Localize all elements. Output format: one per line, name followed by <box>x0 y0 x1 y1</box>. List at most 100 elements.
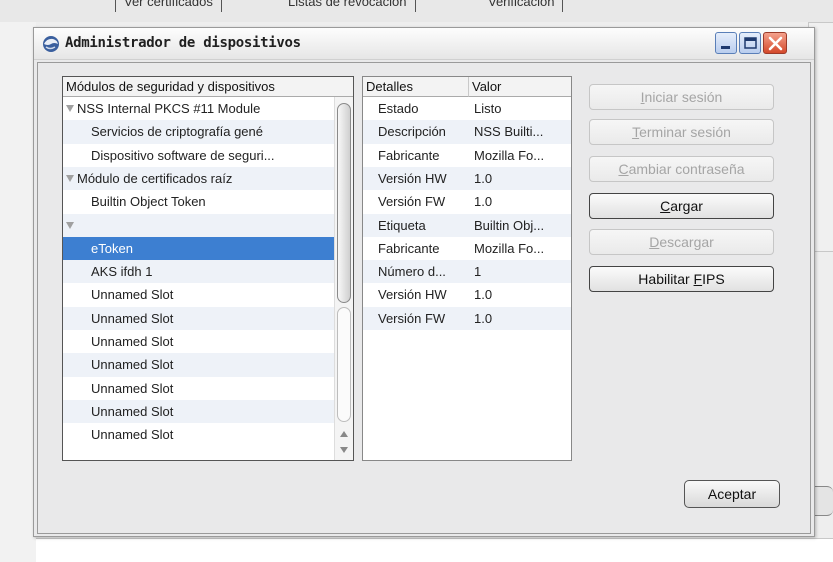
close-icon <box>768 36 783 51</box>
detail-value: Listo <box>474 101 502 116</box>
title-bar[interactable]: Administrador de dispositivos <box>34 28 814 60</box>
row-label: Unnamed Slot <box>91 357 174 373</box>
detail-row[interactable]: Versión HW 1.0 <box>363 166 571 191</box>
enable-fips-button[interactable]: Habilitar FIPS <box>589 266 774 292</box>
row-label: Unnamed Slot <box>91 380 174 396</box>
row-label: eToken <box>91 240 133 256</box>
slot-row[interactable]: Unnamed Slot <box>63 423 334 446</box>
detail-key: Descripción <box>378 124 446 140</box>
slot-row[interactable]: Unnamed Slot <box>63 330 334 353</box>
row-label: Unnamed Slot <box>91 403 174 419</box>
scrollbar-thumb[interactable] <box>337 103 351 303</box>
detail-value: 1 <box>474 264 482 280</box>
minimize-icon <box>721 46 730 49</box>
slot-row[interactable]: Builtin Object Token <box>63 190 334 213</box>
detail-row[interactable]: Estado Listo <box>363 97 571 120</box>
minimize-button[interactable] <box>715 32 737 54</box>
detail-value: NSS Builti... <box>474 124 544 140</box>
modules-scrollbar[interactable] <box>334 97 353 460</box>
module-row[interactable]: Módulo de certificados raíz <box>63 166 334 191</box>
slot-row[interactable]: Unnamed Slot <box>63 283 334 306</box>
detail-value: 1.0 <box>474 170 493 186</box>
modules-tree[interactable]: Módulos de seguridad y dispositivos NSS … <box>62 76 354 461</box>
detail-key: Versión HW <box>378 170 447 186</box>
detail-key: Versión FW <box>378 194 446 210</box>
mnemonic-letter: C <box>660 198 671 214</box>
thunderbird-logo-icon <box>43 36 59 52</box>
load-button[interactable]: Cargar <box>589 193 774 219</box>
details-table[interactable]: Detalles Valor Estado Listo Descripción NSS… <box>362 76 572 461</box>
row-label: Servicios de criptografía gené <box>91 124 263 140</box>
slot-row[interactable]: Servicios de criptografía gené <box>63 120 334 144</box>
row-label: Unnamed Slot <box>91 287 174 303</box>
button-label: escargar <box>659 234 714 250</box>
button-label: IPS <box>702 271 725 287</box>
detail-row[interactable]: Etiqueta Builtin Obj... <box>363 213 571 237</box>
detail-row[interactable]: Fabricante Mozilla Fo... <box>363 144 571 167</box>
slot-row[interactable]: eToken <box>63 236 334 261</box>
slot-row[interactable]: Unnamed Slot <box>63 377 334 400</box>
detail-key: Etiqueta <box>378 217 426 233</box>
background-left-strip <box>0 22 36 562</box>
slot-row[interactable]: Dispositivo software de seguri... <box>63 144 334 167</box>
detail-row[interactable]: Versión FW 1.0 <box>363 306 571 330</box>
module-row[interactable]: NSS Internal PKCS #11 Module <box>63 97 334 120</box>
row-label: Módulo de certificados raíz <box>77 170 233 186</box>
button-label: niciar sesión <box>644 89 723 105</box>
detail-key: Fabricante <box>378 147 440 163</box>
ok-button[interactable]: Aceptar <box>684 480 780 508</box>
detail-value: 1.0 <box>474 194 493 210</box>
detail-key: Número d... <box>378 264 446 280</box>
expand-triangle-icon[interactable] <box>66 105 74 112</box>
maximize-icon <box>744 37 757 49</box>
detail-value: Mozilla Fo... <box>474 240 545 256</box>
maximize-button[interactable] <box>739 32 761 54</box>
login-button[interactable]: Iniciar sesión <box>589 84 774 110</box>
modules-column-header[interactable]: Módulos de seguridad y dispositivos <box>63 77 353 97</box>
detail-row[interactable]: Fabricante Mozilla Fo... <box>363 237 571 260</box>
background-tab-strip: Ver certificados Listas de revocación Ve… <box>0 0 833 22</box>
dialog-title: Administrador de dispositivos <box>65 35 301 51</box>
scrollbar-track[interactable] <box>337 307 351 422</box>
expand-triangle-icon[interactable] <box>66 174 74 182</box>
detail-row[interactable]: Versión HW 1.0 <box>363 283 571 306</box>
detail-key: Estado <box>378 101 419 116</box>
detail-key: Versión FW <box>378 310 446 326</box>
device-manager-dialog: Administrador de dispositivos Módulos de… <box>33 27 815 537</box>
row-label: Dispositivo software de seguri... <box>91 147 275 163</box>
row-label: NSS Internal PKCS #11 Module <box>77 101 261 116</box>
button-label: ambiar contraseña <box>628 161 745 177</box>
row-label: Unnamed Slot <box>91 310 174 326</box>
detail-key: Fabricante <box>378 240 440 256</box>
detail-value: 1.0 <box>474 310 493 326</box>
close-button[interactable] <box>763 32 787 54</box>
unload-button[interactable]: Descargar <box>589 229 774 255</box>
value-column-header[interactable]: Valor <box>469 77 571 97</box>
detail-row[interactable]: Número d... 1 <box>363 260 571 284</box>
tab-view-certificates[interactable]: Ver certificados <box>115 0 222 12</box>
details-column-header[interactable]: Detalles <box>363 77 469 97</box>
detail-row[interactable]: Versión FW 1.0 <box>363 190 571 213</box>
detail-value: Builtin Obj... <box>474 217 545 233</box>
slot-row[interactable]: Unnamed Slot <box>63 399 334 424</box>
button-label: Habilitar <box>638 271 694 287</box>
change-password-button[interactable]: Cambiar contraseña <box>589 156 774 182</box>
tab-revocation-lists[interactable]: Listas de revocación <box>280 0 416 12</box>
module-row[interactable] <box>63 213 334 237</box>
logout-button[interactable]: Terminar sesión <box>589 119 774 145</box>
scroll-down-icon[interactable] <box>340 447 348 453</box>
slot-row[interactable]: AKS ifdh 1 <box>63 260 334 284</box>
tab-verification[interactable]: Verificación <box>480 0 564 12</box>
mnemonic-letter: C <box>618 161 629 177</box>
row-label: Unnamed Slot <box>91 334 174 349</box>
detail-row[interactable]: Descripción NSS Builti... <box>363 120 571 144</box>
slot-row[interactable]: Unnamed Slot <box>63 353 334 377</box>
row-label: Builtin Object Token <box>91 194 206 210</box>
detail-key: Versión HW <box>378 287 447 303</box>
expand-triangle-icon[interactable] <box>66 221 74 229</box>
button-label: argar <box>670 198 703 214</box>
slot-row[interactable]: Unnamed Slot <box>63 306 334 330</box>
scroll-up-icon[interactable] <box>340 431 348 437</box>
row-label: AKS ifdh 1 <box>91 264 153 280</box>
row-label: Unnamed Slot <box>91 427 174 443</box>
